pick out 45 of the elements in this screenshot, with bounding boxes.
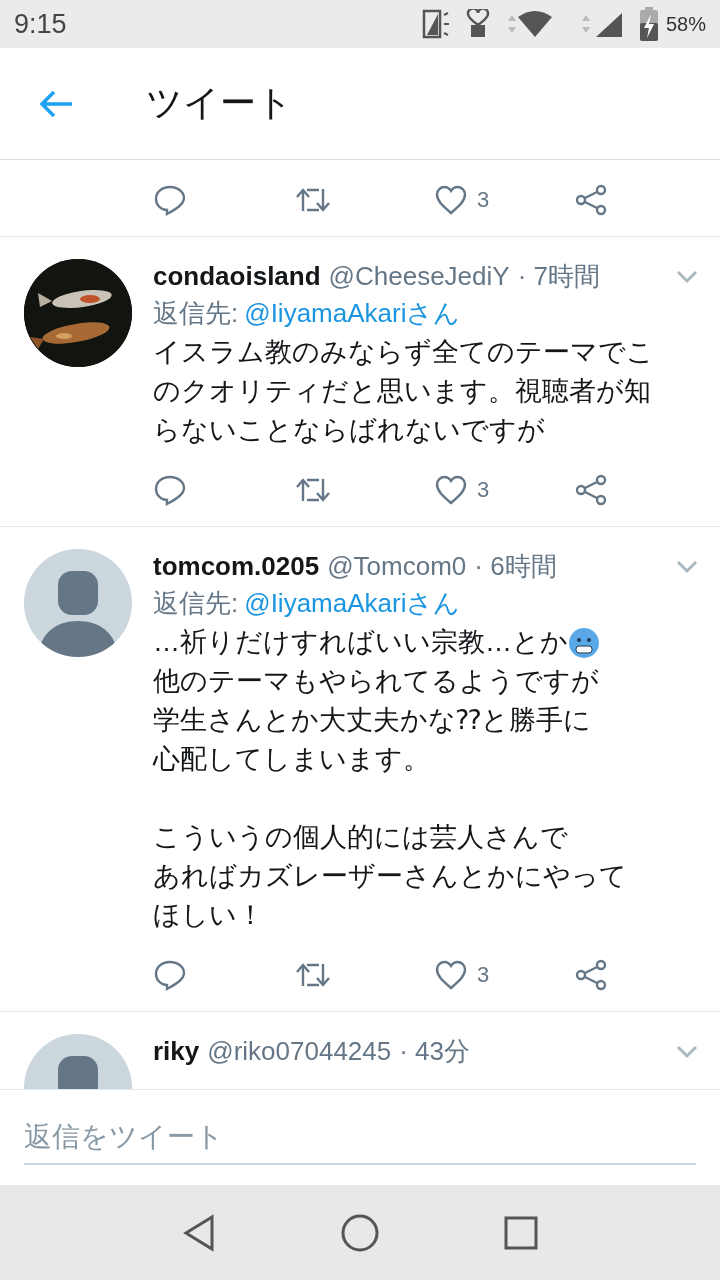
tweet-text: イスラム教のみならず全てのテーマでこ	[153, 336, 654, 369]
reply-icon[interactable]	[153, 474, 187, 506]
reply-label: 返信先:	[153, 297, 239, 330]
user-handle: @CheeseJediY	[328, 261, 510, 292]
screen-rotate-icon	[421, 9, 452, 39]
like-count: 3	[477, 962, 490, 988]
tweet-time: · 6時間	[474, 550, 557, 583]
tweet-text: …祈りだけすればいい宗教…とか	[153, 626, 568, 659]
mention-link[interactable]: @IiyamaAkariさん	[244, 296, 461, 331]
mention-link[interactable]: @IiyamaAkariさん	[244, 586, 461, 621]
share-icon[interactable]	[575, 959, 607, 991]
heart-icon[interactable]	[435, 475, 467, 505]
like-count: 3	[477, 187, 490, 213]
tweet-time: · 7時間	[517, 260, 600, 293]
heart-device-icon	[465, 9, 490, 39]
tweet-text: らないことならばれないですが	[153, 414, 545, 447]
status-time: 9:15	[14, 8, 67, 40]
share-icon[interactable]	[575, 184, 607, 216]
tweet-text: こういうの個人的には芸人さんで	[153, 821, 568, 854]
tweet-text: 心配してしまいます。	[153, 743, 430, 776]
battery-icon	[637, 6, 660, 42]
user-name: riky	[153, 1036, 200, 1067]
tweet-time: · 43分	[399, 1035, 471, 1068]
tweet-text: のクオリティだと思います。視聴者が知	[153, 375, 651, 408]
back-nav-button[interactable]	[182, 1213, 216, 1252]
user-handle: @riko07044245	[207, 1036, 392, 1067]
recents-nav-button[interactable]	[504, 1215, 538, 1250]
tweet-text: 他のテーマもやられてるようですが	[153, 665, 599, 698]
reply-icon[interactable]	[153, 959, 187, 991]
like-count: 3	[477, 477, 490, 503]
home-nav-button[interactable]	[340, 1212, 380, 1253]
reply-label: 返信先:	[153, 587, 239, 620]
tweet-text: あればカズレーザーさんとかにやって	[153, 860, 627, 893]
page-title: ツイート	[146, 81, 293, 125]
battery-level: 58%	[665, 12, 706, 36]
heart-icon[interactable]	[435, 185, 467, 215]
share-icon[interactable]	[575, 474, 607, 506]
tweet-text: ほしい！	[153, 899, 264, 932]
heart-icon[interactable]	[435, 960, 467, 990]
user-name: tomcom.0205	[153, 551, 320, 582]
back-arrow-icon[interactable]	[38, 88, 74, 119]
user-handle: @Tomcom0	[327, 551, 467, 582]
tweet-text: 学生さんとか大丈夫かな⁇と勝手に	[153, 704, 591, 737]
user-name: condaoisland	[153, 261, 321, 292]
reply-icon[interactable]	[153, 184, 187, 216]
